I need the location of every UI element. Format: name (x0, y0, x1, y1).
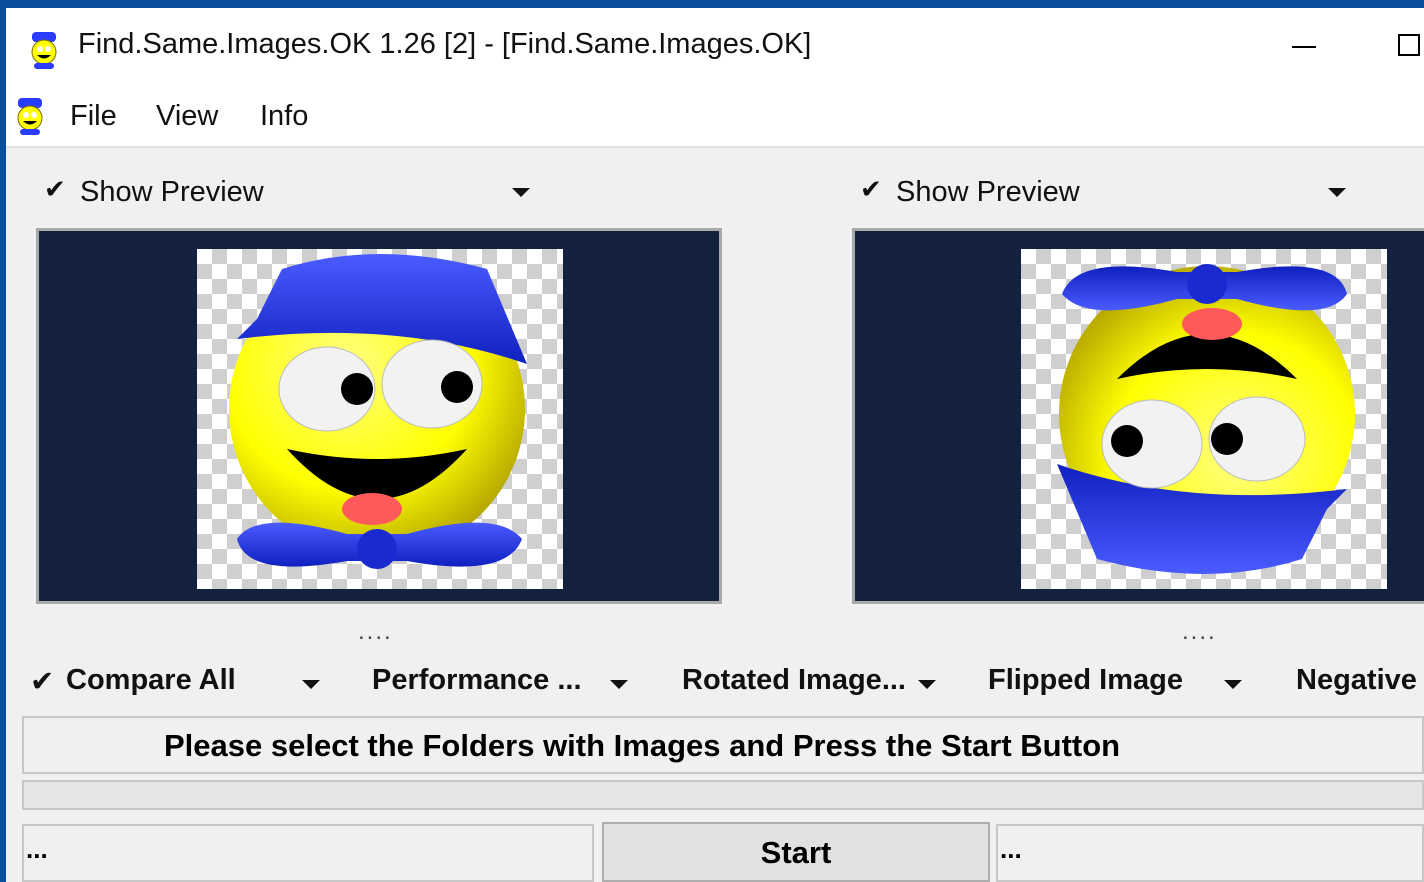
smiley-menu-icon[interactable] (12, 96, 48, 136)
chevron-down-icon[interactable] (302, 680, 320, 689)
chevron-down-icon[interactable] (1224, 680, 1242, 689)
flipped-image-option[interactable]: Flipped Image (988, 664, 1183, 697)
right-splitter-handle[interactable]: .... (1182, 618, 1217, 646)
left-preview-image (197, 249, 563, 589)
compare-all-option[interactable]: Compare All (66, 664, 236, 697)
status-panel: Please select the Folders with Images an… (22, 716, 1424, 774)
right-folder-value: ... (1000, 834, 1022, 864)
smiley-app-icon (31, 32, 57, 69)
title-bar[interactable]: Find.Same.Images.OK 1.26 [2] - [Find.Sam… (6, 8, 1424, 88)
smiley-image-flipped (1057, 264, 1355, 574)
check-icon: ✔ (44, 174, 66, 204)
show-preview-label: Show Preview (80, 176, 264, 208)
menu-info[interactable]: Info (260, 100, 308, 133)
left-preview-toggle[interactable]: ✔ Show Preview (44, 168, 534, 218)
menu-file[interactable]: File (70, 100, 117, 133)
chevron-down-icon[interactable] (918, 680, 936, 689)
performance-option[interactable]: Performance ... (372, 664, 582, 697)
negative-option[interactable]: Negative (1296, 664, 1417, 697)
progress-bar (22, 780, 1424, 810)
chevron-down-icon[interactable] (512, 188, 530, 197)
rotated-image-option[interactable]: Rotated Image... (682, 664, 906, 697)
right-preview-panel[interactable] (852, 228, 1424, 604)
smiley-image-upright (229, 254, 527, 569)
window-title: Find.Same.Images.OK 1.26 [2] - [Find.Sam… (78, 28, 812, 60)
check-icon: ✔ (30, 666, 55, 698)
left-splitter-handle[interactable]: .... (358, 618, 393, 646)
status-message: Please select the Folders with Images an… (164, 728, 1121, 763)
minimize-icon[interactable] (1284, 24, 1324, 68)
check-icon: ✔ (860, 174, 882, 204)
right-preview-image (1021, 249, 1387, 589)
maximize-icon[interactable] (1396, 24, 1424, 68)
chevron-down-icon[interactable] (1328, 188, 1346, 197)
start-button[interactable]: Start (602, 822, 990, 882)
menu-bar: File View Info (6, 88, 1424, 148)
left-preview-panel[interactable] (36, 228, 722, 604)
show-preview-label: Show Preview (896, 176, 1080, 208)
left-folder-value: ... (26, 834, 48, 864)
chevron-down-icon[interactable] (610, 680, 628, 689)
options-toolbar: ✔ Compare All Performance ... Rotated Im… (0, 660, 1424, 706)
menu-view[interactable]: View (156, 100, 218, 133)
left-folder-field[interactable]: ... (22, 824, 594, 882)
window-frame-top (0, 0, 1424, 8)
right-preview-toggle[interactable]: ✔ Show Preview (860, 168, 1350, 218)
right-folder-field[interactable]: ... (996, 824, 1424, 882)
